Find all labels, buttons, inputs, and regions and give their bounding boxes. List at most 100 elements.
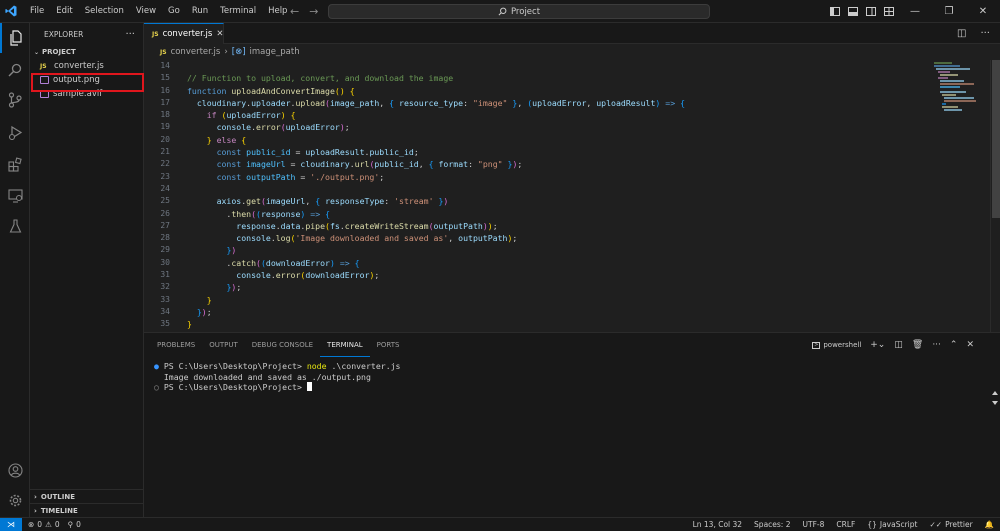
- chevron-right-icon: ›: [224, 47, 228, 57]
- line-number: 23: [160, 171, 170, 181]
- code-editor[interactable]: 14 15 16 17 18 19 20 21 22 23 24 25 26 2…: [144, 60, 990, 332]
- status-bar: ⋊ ⊗ 0 ⚠ 0 ⚲ 0 Ln 13, Col 32 Spaces: 2 UTF-8…: [0, 517, 1000, 531]
- menu-file[interactable]: File: [24, 0, 50, 23]
- testing-flask-icon[interactable]: [0, 211, 30, 241]
- javascript-file-icon: JS: [40, 62, 47, 70]
- encoding[interactable]: UTF-8: [803, 520, 825, 529]
- language-mode[interactable]: {} JavaScript: [867, 520, 917, 529]
- problems-status[interactable]: ⊗ 0 ⚠ 0: [28, 520, 60, 529]
- menu-selection[interactable]: Selection: [79, 0, 130, 23]
- terminal-line: ○ PS C:\Users\Desktop\Project>: [154, 382, 984, 393]
- close-window-icon[interactable]: ✕: [966, 6, 1000, 17]
- new-terminal-icon[interactable]: +⌄: [870, 340, 885, 350]
- outline-section-header[interactable]: › OUTLINE: [30, 489, 144, 503]
- source-control-icon[interactable]: [0, 85, 30, 115]
- tab-output[interactable]: OUTPUT: [202, 333, 245, 357]
- menu-help[interactable]: Help: [262, 0, 293, 23]
- accounts-icon[interactable]: [0, 455, 30, 485]
- line-number: 22: [160, 159, 170, 169]
- file-name: converter.js: [54, 61, 104, 71]
- explorer-sidebar: EXPLORER ··· ⌄ PROJECT JS converter.js o…: [30, 23, 144, 517]
- search-icon: [498, 7, 507, 16]
- line-number: 29: [160, 245, 170, 255]
- line-number: 32: [160, 282, 170, 292]
- manage-gear-icon[interactable]: [0, 485, 30, 515]
- editor-scroll-thumb[interactable]: [992, 60, 1000, 218]
- indentation[interactable]: Spaces: 2: [754, 520, 790, 529]
- explorer-icon[interactable]: [0, 23, 30, 53]
- restore-icon[interactable]: ❐: [932, 6, 966, 17]
- cursor-position[interactable]: Ln 13, Col 32: [693, 520, 742, 529]
- ports-status[interactable]: ⚲ 0: [68, 520, 81, 529]
- chevron-right-icon: ›: [34, 492, 37, 501]
- customize-layout-icon[interactable]: [880, 7, 898, 16]
- breadcrumb-symbol[interactable]: image_path: [250, 47, 300, 57]
- back-arrow-icon[interactable]: ←: [290, 5, 299, 18]
- bottom-panel: PROBLEMS OUTPUT DEBUG CONSOLE TERMINAL P…: [144, 332, 1000, 517]
- editor-actions: ◫ ···: [957, 23, 990, 44]
- forward-arrow-icon[interactable]: →: [309, 5, 318, 18]
- notifications-bell-icon[interactable]: 🔔: [985, 520, 994, 529]
- code-line: const public_id = uploadResult.public_id…: [216, 147, 419, 158]
- split-editor-icon[interactable]: ◫: [957, 28, 966, 39]
- timeline-label: TIMELINE: [40, 506, 78, 515]
- code-line: });: [196, 306, 212, 317]
- terminal-output[interactable]: ● PS C:\Users\Desktop\Project> node .\co…: [154, 361, 984, 393]
- more-actions-icon[interactable]: ···: [125, 29, 135, 40]
- outline-label: OUTLINE: [40, 492, 76, 501]
- more-actions-icon[interactable]: ···: [980, 28, 990, 39]
- menu-view[interactable]: View: [130, 0, 162, 23]
- search-label: Project: [510, 6, 541, 17]
- chevron-right-icon: ›: [34, 506, 37, 515]
- code-line: const outputPath = './output.png';: [216, 171, 385, 182]
- menu-edit[interactable]: Edit: [50, 0, 78, 23]
- remote-indicator-icon[interactable]: ⋊: [0, 517, 22, 531]
- line-number: 15: [160, 73, 170, 83]
- navigation-arrows: ← →: [290, 0, 318, 23]
- toggle-secondary-sidebar-icon[interactable]: [862, 7, 880, 16]
- line-number: 33: [160, 294, 170, 304]
- timeline-section-header[interactable]: › TIMELINE: [30, 503, 144, 517]
- explorer-header: EXPLORER ···: [30, 23, 143, 45]
- broadcast-icon: ⚲: [67, 520, 74, 529]
- panel-actions: > powershell +⌄ ◫ 🗑 ··· ⌃ ✕: [812, 333, 974, 357]
- breadcrumb: JS converter.js › [⊗] image_path: [144, 44, 1000, 60]
- terminal-prompt: PS C:\Users\Desktop\Project>: [163, 382, 307, 392]
- more-actions-icon[interactable]: ···: [932, 340, 941, 350]
- file-converter-js[interactable]: JS converter.js: [30, 59, 143, 73]
- search-sidebar-icon[interactable]: [0, 55, 30, 85]
- maximize-panel-icon[interactable]: ⌃: [950, 340, 958, 350]
- code-line: console.error(downloadError);: [236, 270, 380, 281]
- project-folder-header[interactable]: ⌄ PROJECT: [30, 45, 143, 59]
- terminal-command: node: [306, 361, 327, 371]
- editor-scrollbar[interactable]: [990, 60, 1000, 332]
- toggle-primary-sidebar-icon[interactable]: [826, 7, 844, 16]
- command-center-search[interactable]: Project: [328, 4, 710, 19]
- menu-terminal[interactable]: Terminal: [214, 0, 262, 23]
- close-panel-icon[interactable]: ✕: [966, 340, 974, 350]
- breadcrumb-file[interactable]: converter.js: [171, 47, 221, 57]
- remote-explorer-icon[interactable]: [0, 181, 30, 211]
- prettier-status[interactable]: ✓✓ Prettier: [929, 520, 972, 529]
- tab-converter-js[interactable]: JS converter.js ✕: [144, 23, 224, 44]
- minimize-icon[interactable]: —: [898, 6, 932, 17]
- line-number: 34: [160, 306, 170, 316]
- terminal-shell-selector[interactable]: > powershell: [812, 341, 861, 349]
- end-of-line[interactable]: CRLF: [836, 520, 855, 529]
- tab-ports[interactable]: PORTS: [370, 333, 407, 357]
- tab-problems[interactable]: PROBLEMS: [150, 333, 202, 357]
- terminal-line: Image downloaded and saved as ./output.p…: [154, 372, 984, 383]
- trash-icon[interactable]: 🗑: [912, 340, 923, 350]
- run-debug-icon[interactable]: [0, 117, 30, 147]
- minimap[interactable]: [930, 60, 990, 120]
- panel-scrollbar[interactable]: [990, 357, 1000, 518]
- toggle-panel-icon[interactable]: [844, 7, 862, 16]
- menu-run[interactable]: Run: [186, 0, 214, 23]
- split-terminal-icon[interactable]: ◫: [894, 340, 903, 350]
- close-tab-icon[interactable]: ✕: [216, 29, 223, 39]
- extensions-icon[interactable]: [0, 149, 30, 179]
- tab-terminal[interactable]: TERMINAL: [320, 334, 370, 357]
- tab-debug-console[interactable]: DEBUG CONSOLE: [245, 333, 320, 357]
- menu-go[interactable]: Go: [162, 0, 186, 23]
- terminal-prompt: PS C:\Users\Desktop\Project>: [163, 361, 307, 371]
